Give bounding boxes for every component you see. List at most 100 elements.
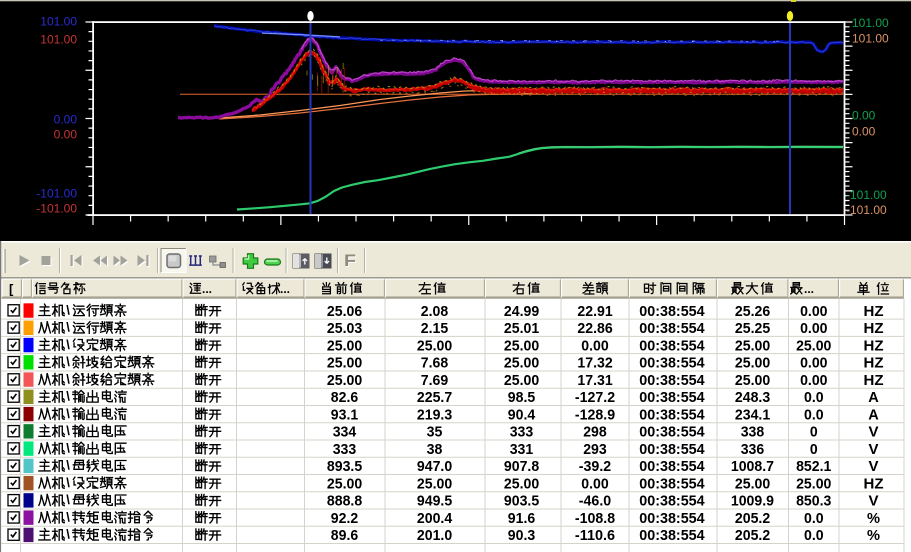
svg-text:25.00: 25.00 [417,337,452,354]
svg-text:93.1: 93.1 [331,406,358,423]
svg-text:00:38:554: 00:38:554 [639,527,705,544]
svg-text:893.5: 893.5 [327,458,362,475]
svg-text:25.03: 25.03 [327,320,362,337]
svg-text:0.00: 0.00 [852,109,876,123]
svg-text:200.4: 200.4 [417,510,453,527]
svg-text:205.2: 205.2 [735,510,770,527]
svg-text:90.4: 90.4 [508,406,536,423]
svg-text:25.00: 25.00 [504,372,539,389]
svg-text:90.3: 90.3 [508,527,535,544]
svg-text:V: V [869,424,879,441]
svg-text:HZ: HZ [864,337,884,354]
svg-text:-110.6: -110.6 [575,527,615,544]
svg-text:0.0: 0.0 [804,406,824,423]
svg-text:\: \ [66,509,70,524]
svg-text:\: \ [66,371,70,386]
svg-text:333: 333 [333,441,357,458]
svg-text:0.00: 0.00 [581,475,608,492]
svg-text:25.00: 25.00 [327,475,362,492]
svg-text:[: [ [9,282,14,297]
svg-text:0.00: 0.00 [54,128,78,142]
svg-text:91.6: 91.6 [508,510,535,527]
svg-text:22.91: 22.91 [577,303,612,320]
svg-text:201.0: 201.0 [417,527,452,544]
svg-text:205.2: 205.2 [735,527,770,544]
svg-text:89.6: 89.6 [331,527,358,544]
svg-text:\: \ [66,527,70,542]
svg-text:00:38:554: 00:38:554 [639,337,705,354]
svg-text:25.06: 25.06 [327,303,362,320]
svg-text:92.2: 92.2 [331,510,358,527]
svg-text:22.86: 22.86 [577,320,612,337]
svg-text:25.00: 25.00 [327,372,362,389]
svg-text:00:38:554: 00:38:554 [639,406,705,423]
svg-text:V: V [869,441,879,458]
svg-text:338: 338 [741,424,765,441]
svg-text:25.00: 25.00 [327,337,362,354]
svg-text:00:38:554: 00:38:554 [639,320,705,337]
svg-text:-128.9: -128.9 [575,406,615,423]
svg-text:248.3: 248.3 [735,389,770,406]
svg-text:\: \ [66,337,70,352]
svg-text:903.5: 903.5 [504,493,539,510]
svg-text:25.00: 25.00 [735,337,770,354]
svg-text:25.26: 25.26 [735,303,770,320]
svg-text:25.00: 25.00 [735,372,770,389]
svg-text:38: 38 [427,441,443,458]
svg-text:-101.00: -101.00 [846,203,887,217]
svg-text:25.00: 25.00 [796,337,831,354]
svg-text:00:38:554: 00:38:554 [639,510,705,527]
svg-text:\: \ [66,389,70,404]
svg-text:947.0: 947.0 [417,458,452,475]
svg-text:24.99: 24.99 [504,303,539,320]
svg-text:HZ: HZ [864,320,884,337]
svg-text:\: \ [66,320,70,335]
svg-text:-39.2: -39.2 [579,458,611,475]
svg-text:7.69: 7.69 [421,372,448,389]
svg-text:\: \ [66,406,70,421]
svg-text:\: \ [66,458,70,473]
svg-text:HZ: HZ [864,372,884,389]
svg-text:0.0: 0.0 [804,527,824,544]
svg-text:101.00: 101.00 [40,33,77,47]
svg-text:-46.0: -46.0 [579,493,611,510]
svg-text:7.68: 7.68 [421,355,448,372]
svg-text:\: \ [66,440,70,455]
svg-text:00:38:554: 00:38:554 [639,355,705,372]
svg-text:00:38:554: 00:38:554 [639,303,705,320]
svg-text:00:38:554: 00:38:554 [639,372,705,389]
svg-text:101.00: 101.00 [852,32,889,46]
svg-text:-108.8: -108.8 [575,510,615,527]
svg-text:35: 35 [427,424,443,441]
svg-text:0.00: 0.00 [800,303,827,320]
svg-text:00:38:554: 00:38:554 [639,441,705,458]
svg-text:%: % [867,510,880,527]
svg-text:0.0: 0.0 [804,510,824,527]
svg-text:00:38:554: 00:38:554 [639,389,705,406]
svg-text:331: 331 [510,441,534,458]
svg-text:0: 0 [810,441,818,458]
svg-text:888.8: 888.8 [327,493,362,510]
svg-text:A: A [868,389,879,406]
svg-text:1008.7: 1008.7 [731,458,774,475]
svg-text:HZ: HZ [864,475,884,492]
svg-text:25.00: 25.00 [504,475,539,492]
svg-text:0.00: 0.00 [800,320,827,337]
svg-text:25.00: 25.00 [327,355,362,372]
svg-text:25.00: 25.00 [504,337,539,354]
svg-text:298: 298 [583,424,607,441]
svg-text:225.7: 225.7 [417,389,452,406]
svg-text:...: ... [280,282,290,296]
svg-text:98.5: 98.5 [508,389,535,406]
svg-text:25.00: 25.00 [735,475,770,492]
svg-text:0.0: 0.0 [804,389,824,406]
svg-text:25.00: 25.00 [504,355,539,372]
svg-text:0.00: 0.00 [581,337,608,354]
svg-text:0.00: 0.00 [54,113,78,127]
svg-text:00:38:554: 00:38:554 [639,424,705,441]
svg-text:00:38:554: 00:38:554 [639,475,705,492]
svg-text:-127.2: -127.2 [575,389,615,406]
svg-text:00:38:554: 00:38:554 [639,458,705,475]
svg-text:25.00: 25.00 [796,475,831,492]
svg-text:-101.00: -101.00 [846,188,887,202]
